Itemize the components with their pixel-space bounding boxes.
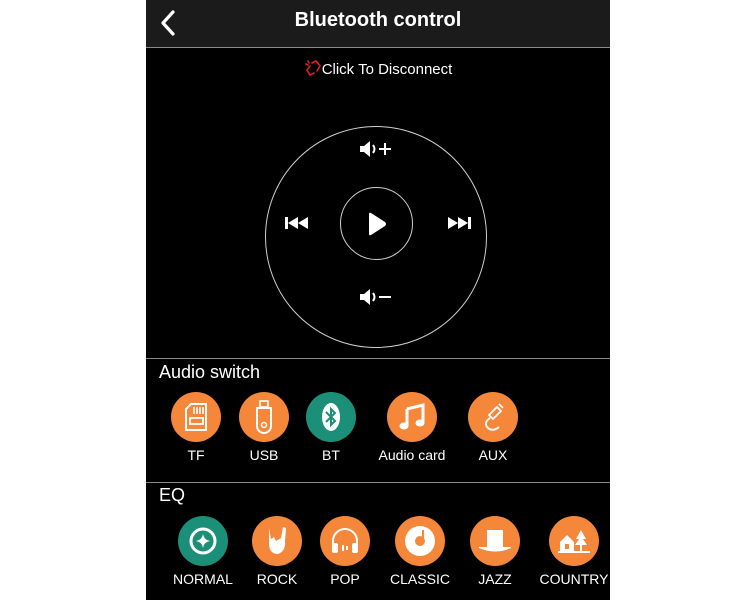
- audio-source-label: BT: [322, 447, 340, 463]
- house-tree-icon: [558, 530, 590, 553]
- volume-up-button[interactable]: [359, 139, 397, 164]
- vinyl-disc-icon: [405, 526, 435, 556]
- eq-jazz[interactable]: JAZZ: [450, 516, 540, 587]
- volume-up-icon: [360, 141, 391, 157]
- sd-card-icon: [185, 403, 207, 431]
- page-title: Bluetooth control: [294, 9, 462, 31]
- top-hat-icon: [479, 530, 511, 552]
- audio-source-audio-card[interactable]: Audio card: [367, 392, 457, 463]
- music-note-icon: [399, 403, 425, 430]
- next-track-button[interactable]: [446, 215, 472, 236]
- sparkle-icon: [189, 527, 217, 555]
- previous-track-icon: [285, 217, 308, 229]
- next-track-icon: [448, 217, 471, 229]
- eq-title: EQ: [159, 485, 186, 505]
- aux-cable-icon: [485, 403, 504, 431]
- eq-label: JAZZ: [478, 571, 512, 587]
- disconnect-label: Click To Disconnect: [321, 61, 453, 78]
- audio-source-bt[interactable]: BT: [286, 392, 376, 463]
- header-bar: Bluetooth control: [146, 0, 610, 48]
- eq-label: COUNTRY: [539, 571, 609, 587]
- eq-country[interactable]: COUNTRY: [529, 516, 610, 587]
- usb-drive-icon: [256, 400, 272, 434]
- play-icon: [369, 212, 386, 236]
- broken-link-icon: [304, 59, 321, 77]
- bluetooth-control-screen: Bluetooth control Click To Disconnect Au…: [146, 0, 610, 600]
- disconnect-button[interactable]: Click To Disconnect: [146, 59, 610, 78]
- audio-source-label: Audio card: [378, 447, 446, 463]
- volume-down-icon: [360, 289, 391, 305]
- section-divider: [146, 482, 610, 483]
- section-divider: [146, 358, 610, 359]
- rock-hand-icon: [269, 527, 286, 554]
- audio-source-aux[interactable]: AUX: [448, 392, 538, 463]
- headphones-icon: [332, 528, 358, 553]
- volume-down-button[interactable]: [359, 287, 397, 312]
- play-button[interactable]: [340, 187, 413, 260]
- audio-switch-title: Audio switch: [159, 362, 261, 382]
- bluetooth-icon: [322, 403, 340, 431]
- audio-source-label: AUX: [478, 447, 508, 463]
- previous-track-button[interactable]: [284, 215, 310, 236]
